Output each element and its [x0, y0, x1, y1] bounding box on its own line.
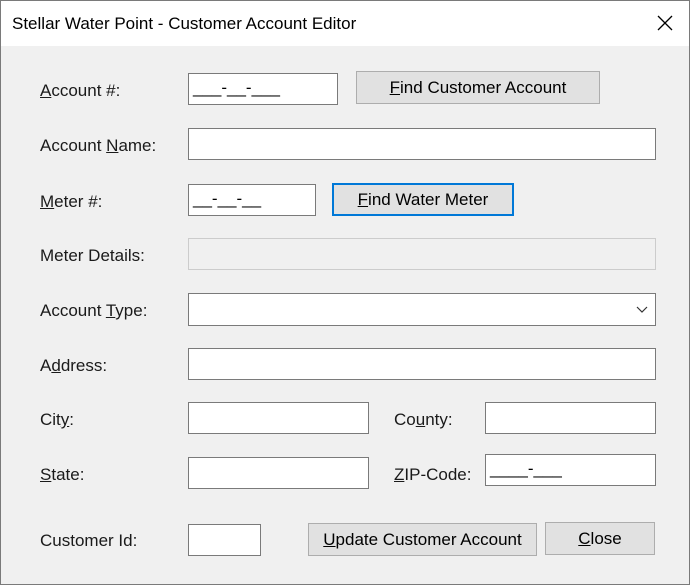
account-name-label: Account Name: — [40, 136, 157, 155]
title-bar: Stellar Water Point - Customer Account E… — [1, 1, 689, 46]
state-field[interactable] — [188, 457, 369, 489]
city-field[interactable] — [188, 402, 369, 434]
zip-code-field[interactable]: ____-___ — [485, 454, 656, 486]
account-number-field[interactable]: ___-__-___ — [188, 73, 338, 105]
chevron-down-icon — [636, 306, 648, 313]
account-type-label: Account Type: — [40, 301, 148, 320]
customer-id-field[interactable] — [188, 524, 261, 556]
county-label: County: — [394, 410, 453, 429]
meter-number-label: Meter #: — [40, 192, 103, 211]
meter-details-label: Meter Details: — [40, 246, 145, 265]
address-label: Address: — [40, 356, 108, 375]
account-type-select[interactable] — [188, 293, 656, 326]
account-number-label: Account #: — [40, 81, 121, 100]
window-close-icon[interactable] — [646, 7, 684, 39]
meter-details-field — [188, 238, 656, 270]
account-name-field[interactable] — [188, 128, 656, 160]
find-water-meter-button[interactable]: Find Water Meter — [332, 183, 514, 216]
county-field[interactable] — [485, 402, 656, 434]
zip-code-label: ZIP-Code: — [394, 465, 472, 484]
address-field[interactable] — [188, 348, 656, 380]
find-customer-account-button[interactable]: Find Customer Account — [356, 71, 600, 104]
meter-number-field[interactable]: __-__-__ — [188, 184, 316, 216]
customer-id-label: Customer Id: — [40, 531, 138, 550]
state-label: State: — [40, 465, 85, 484]
city-label: City: — [40, 410, 75, 429]
customer-account-editor-window: Stellar Water Point - Customer Account E… — [0, 0, 690, 585]
window-title: Stellar Water Point - Customer Account E… — [12, 14, 357, 33]
update-customer-account-button[interactable]: Update Customer Account — [308, 523, 537, 556]
close-button[interactable]: Close — [545, 522, 655, 555]
